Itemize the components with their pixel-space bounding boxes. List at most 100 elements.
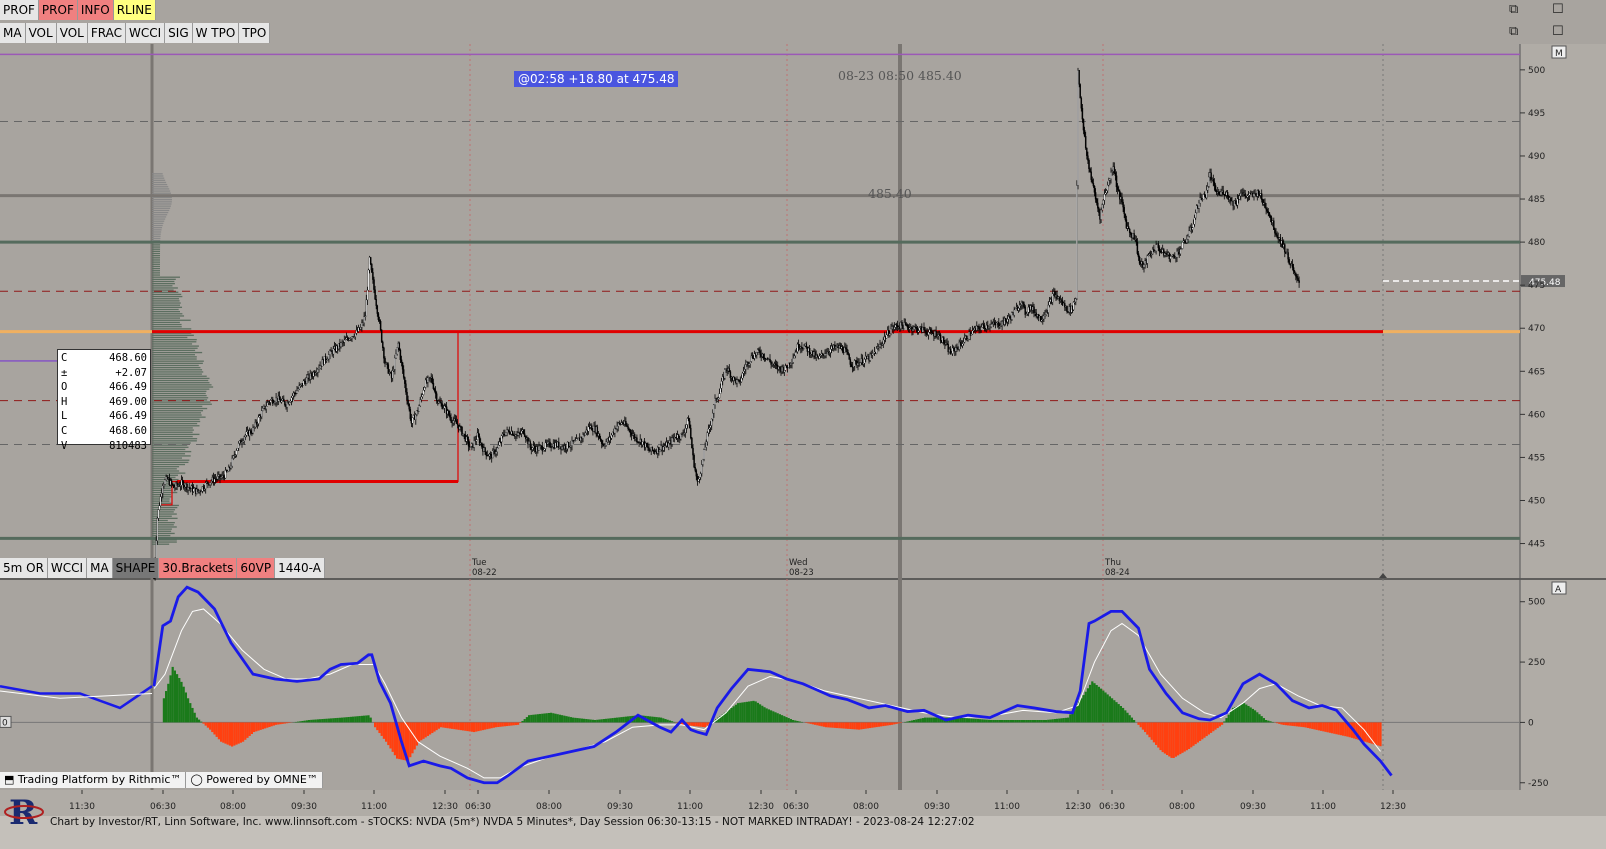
osc-hist-pos	[1124, 710, 1126, 722]
ohlc-value: 810483	[109, 439, 147, 454]
y-tick-label: 480	[1528, 238, 1545, 248]
osc-hist-pos	[1111, 698, 1113, 722]
osc-hist-pos	[345, 717, 347, 722]
maximize-icon[interactable]: ☐	[1552, 2, 1564, 17]
toolbar_bottom-button-6[interactable]: 1440-A	[275, 558, 325, 578]
osc-hist-neg	[462, 722, 464, 730]
toolbar_bottom-button-2[interactable]: MA	[87, 558, 113, 578]
osc-hist-pos	[570, 717, 572, 722]
osc-hist-pos	[1058, 719, 1060, 723]
candle-down	[401, 360, 402, 363]
volume-profile-bar	[152, 526, 177, 527]
osc-hist-pos	[559, 715, 561, 723]
candle-up	[299, 386, 300, 389]
osc-hist-neg	[477, 722, 479, 731]
candle-down	[1137, 242, 1138, 253]
candle-down	[998, 322, 999, 326]
osc-hist-pos	[1060, 718, 1062, 722]
volume-profile-bar	[152, 225, 163, 226]
candle-down	[983, 324, 984, 325]
osc-hist-neg	[480, 722, 482, 730]
osc-hist-pos	[528, 715, 530, 722]
osc-hist-neg	[202, 722, 204, 723]
osc-hist-neg	[207, 722, 209, 727]
day-date-label: 08-22	[472, 568, 497, 578]
x-tick-label: 06:30	[1099, 802, 1125, 812]
candle-down	[628, 427, 629, 429]
candle-up	[1043, 316, 1044, 319]
osc-hist-pos	[172, 667, 174, 723]
osc-hist-neg	[882, 722, 884, 726]
osc-hist-pos	[757, 703, 759, 723]
y-tick-label: 475	[1528, 281, 1545, 291]
volume-profile-bar	[152, 477, 176, 478]
candle-up	[1075, 299, 1076, 302]
toolbar_bottom-button-3[interactable]: SHAPE	[113, 558, 160, 578]
restore-icon[interactable]: ⧉	[1509, 2, 1518, 17]
osc-hist-neg	[1140, 722, 1142, 727]
toolbar_bottom-button-0[interactable]: 5m OR	[0, 558, 48, 578]
candle-down	[1098, 208, 1099, 212]
osc-hist-pos	[189, 703, 191, 722]
candle-up	[611, 435, 612, 438]
osc-hist-pos	[191, 708, 193, 722]
toolbar_bottom-button-5[interactable]: 60VP	[237, 558, 275, 578]
ohlc-row: ± +2.07	[61, 366, 147, 381]
ohlc-row: O 466.49	[61, 380, 147, 395]
osc-hist-neg	[847, 722, 849, 728]
candle-up	[909, 328, 910, 329]
x-tick-label: 06:30	[465, 802, 491, 812]
restore-icon-2[interactable]: ⧉	[1509, 24, 1518, 39]
osc-hist-pos	[200, 722, 202, 723]
osc-hist-pos	[178, 678, 180, 722]
volume-profile-bar	[152, 311, 180, 312]
osc-hist-neg	[1377, 722, 1379, 745]
candle-down	[652, 447, 653, 450]
volume-profile-bar	[152, 341, 196, 342]
ohlc-value: 469.00	[109, 395, 147, 410]
candle-up	[863, 363, 864, 364]
osc-hist-neg	[1338, 722, 1340, 734]
x-tick-label: 11:30	[69, 802, 95, 812]
ohlc-key: H	[61, 395, 67, 410]
ohlc-row: V 810483	[61, 439, 147, 454]
x-tick-label: 12:30	[748, 802, 774, 812]
osc-hist-neg	[1368, 722, 1370, 743]
osc-hist-pos	[922, 718, 924, 722]
candle-down	[1258, 190, 1259, 194]
toolbar_bottom-button-1[interactable]: WCCI	[48, 558, 87, 578]
osc-hist-neg	[689, 722, 691, 725]
x-tick-label: 09:30	[291, 802, 317, 812]
osc-y-tick-label: 0	[1528, 718, 1534, 728]
volume-profile-bar	[152, 464, 185, 465]
osc-hist-neg	[851, 722, 853, 729]
maximize-icon-2[interactable]: ☐	[1552, 24, 1564, 39]
chart-canvas[interactable]: Tue08-22Wed08-23Thu08-24475.484454504554…	[0, 0, 1606, 849]
osc-hist-pos	[1225, 718, 1227, 722]
osc-hist-pos	[592, 720, 594, 723]
candle-up	[244, 437, 245, 441]
y-tick-label: 450	[1528, 496, 1545, 506]
osc-hist-pos	[653, 717, 655, 723]
osc-hist-pos	[546, 713, 548, 722]
candle-down	[931, 331, 932, 333]
volume-profile-bar	[152, 386, 213, 387]
osc-hist-pos	[1025, 720, 1027, 722]
osc-hist-pos	[656, 717, 658, 722]
candle-up	[210, 483, 211, 485]
volume-profile-bar	[152, 210, 169, 211]
volume-profile-bar	[152, 324, 182, 325]
candle-down	[371, 264, 372, 272]
osc-hist-pos	[1263, 718, 1265, 722]
osc-hist-pos	[735, 705, 737, 723]
osc-hist-neg	[374, 722, 376, 727]
osc-hist-pos	[1129, 715, 1131, 722]
candle-down	[376, 299, 377, 306]
volume-profile-bar	[152, 300, 180, 301]
osc-hist-neg	[422, 722, 424, 738]
toolbar_bottom-button-4[interactable]: 30.Brackets	[159, 558, 237, 578]
osc-hist-pos	[1080, 698, 1082, 722]
candle-down	[678, 435, 679, 439]
candle-up	[290, 401, 291, 402]
osc-hist-pos	[616, 718, 618, 723]
